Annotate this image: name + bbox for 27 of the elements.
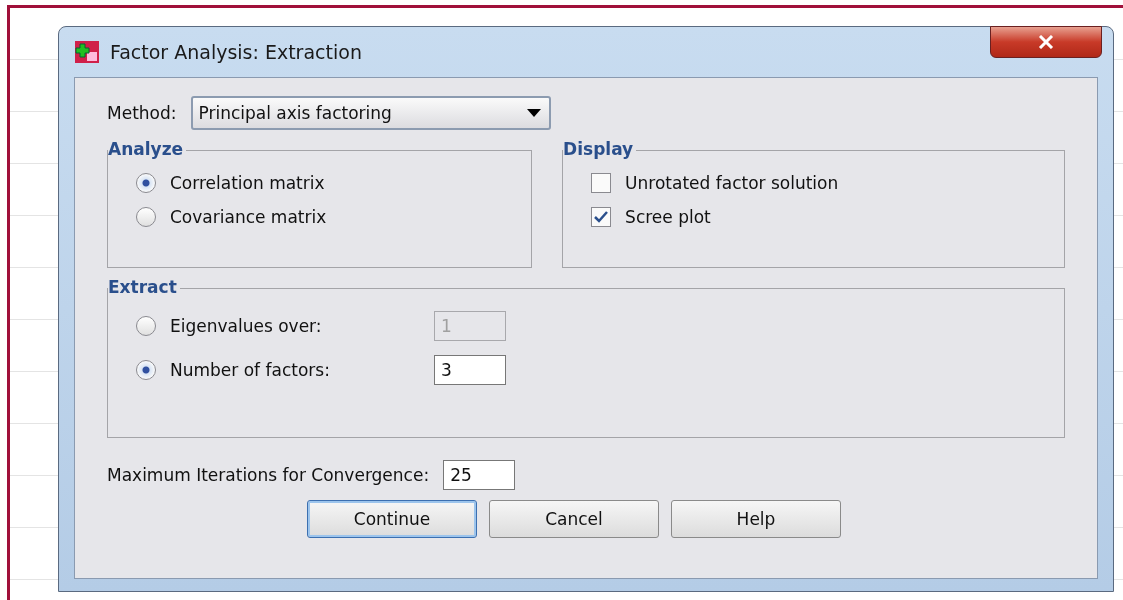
checkbox[interactable] bbox=[591, 173, 612, 193]
method-label: Method: bbox=[107, 103, 177, 123]
radio-button[interactable] bbox=[136, 173, 156, 193]
close-icon bbox=[1038, 35, 1054, 49]
check-icon bbox=[594, 211, 609, 223]
option-label: Correlation matrix bbox=[170, 173, 325, 193]
radio-button[interactable] bbox=[136, 207, 156, 227]
radio-button[interactable] bbox=[136, 360, 156, 380]
group-title: Display bbox=[563, 139, 637, 159]
dialog-button[interactable]: Continue bbox=[307, 500, 477, 538]
window-title: Factor Analysis: Extraction bbox=[110, 41, 362, 63]
method-dropdown[interactable]: Principal axis factoring bbox=[190, 96, 551, 130]
input-field[interactable]: 25 bbox=[443, 460, 516, 490]
iterations-label: Maximum Iterations for Convergence: bbox=[107, 465, 430, 485]
option-label: Number of factors: bbox=[170, 360, 331, 380]
group-title: Analyze bbox=[108, 139, 187, 159]
dialog-button[interactable]: Cancel bbox=[489, 500, 659, 538]
input-field[interactable]: 3 bbox=[434, 355, 506, 385]
option-label: Scree plot bbox=[625, 207, 711, 227]
option-label: Eigenvalues over: bbox=[170, 316, 323, 336]
option-label: Covariance matrix bbox=[170, 207, 327, 227]
dropdown-arrow-icon bbox=[526, 109, 541, 117]
checkbox[interactable] bbox=[591, 207, 612, 227]
dialog-button[interactable]: Help bbox=[671, 500, 841, 538]
close-button[interactable] bbox=[990, 26, 1102, 58]
option-label: Unrotated factor solution bbox=[625, 173, 839, 193]
app-icon bbox=[74, 40, 100, 64]
